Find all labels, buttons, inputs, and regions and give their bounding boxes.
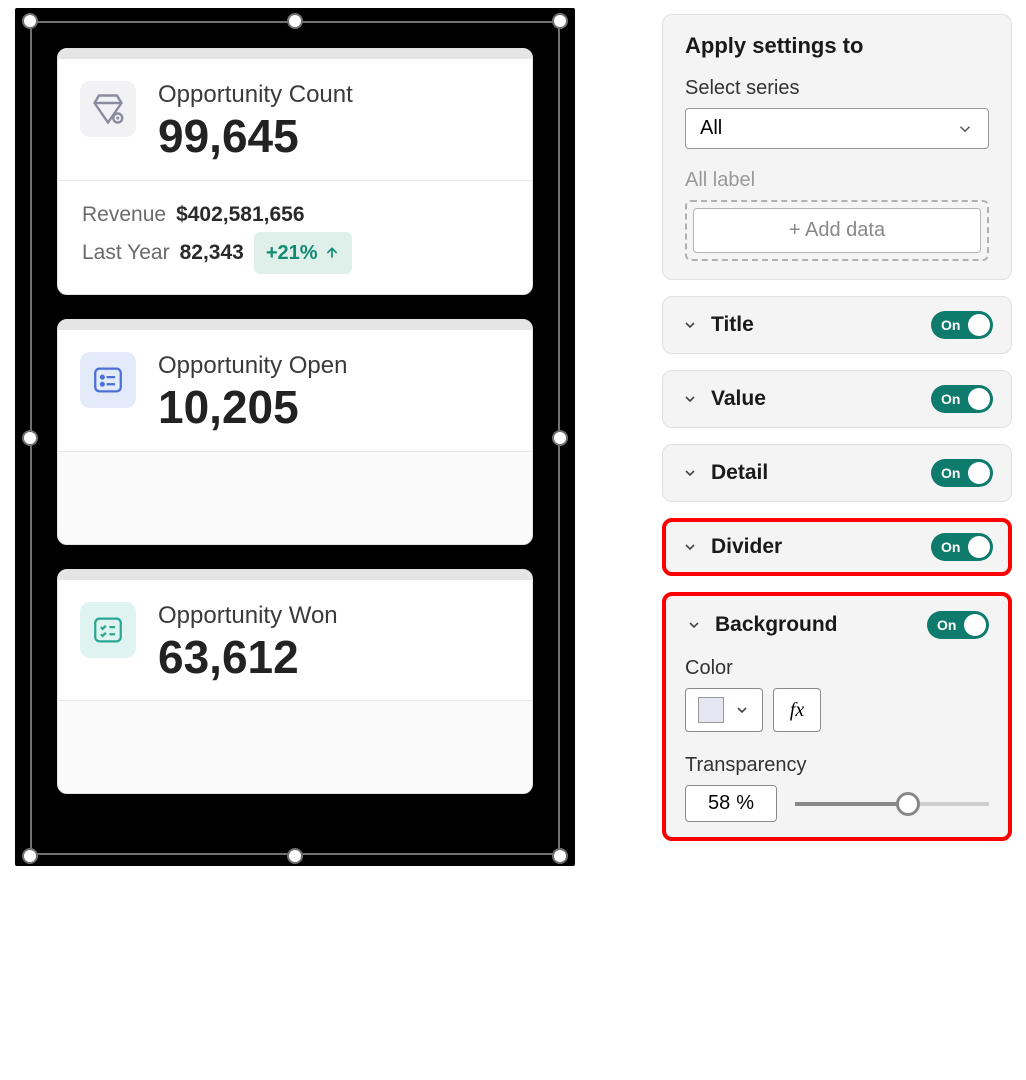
resize-handle-middle-right[interactable] (552, 430, 568, 446)
card-accent-bar (58, 49, 532, 59)
add-data-button[interactable]: + Add data (693, 208, 981, 253)
card-title: Opportunity Won (158, 602, 338, 630)
section-title[interactable]: Title On (662, 296, 1012, 354)
select-series-dropdown[interactable]: All (685, 108, 989, 149)
resize-handle-bottom-right[interactable] (552, 848, 568, 864)
toggle-state: On (941, 317, 960, 333)
resize-handle-middle-left[interactable] (22, 430, 38, 446)
card-detail-empty (58, 701, 532, 793)
card-value: 99,645 (158, 111, 353, 162)
resize-handle-top-right[interactable] (552, 13, 568, 29)
transparency-slider[interactable] (795, 792, 989, 816)
checklist-icon (80, 602, 136, 658)
section-divider[interactable]: Divider On (662, 518, 1012, 576)
toggle-knob (968, 462, 990, 484)
chevron-down-icon (681, 390, 699, 408)
toggle-divider[interactable]: On (931, 533, 993, 561)
color-picker[interactable] (685, 688, 763, 732)
card-accent-bar (58, 570, 532, 580)
color-swatch (698, 697, 724, 723)
section-label: Divider (711, 535, 919, 559)
toggle-state: On (937, 617, 956, 633)
section-label: Background (715, 613, 915, 637)
chevron-down-icon (956, 120, 974, 138)
section-detail[interactable]: Detail On (662, 444, 1012, 502)
toggle-state: On (941, 539, 960, 555)
select-series-value: All (700, 117, 722, 140)
apply-settings-heading: Apply settings to (685, 33, 989, 59)
transparency-value: 58 (708, 792, 730, 815)
resize-handle-top-center[interactable] (287, 13, 303, 29)
card-value: 63,612 (158, 632, 338, 683)
kpi-card-opportunity-open[interactable]: Opportunity Open 10,205 (57, 319, 533, 545)
all-label-label: All label (685, 169, 989, 192)
toggle-state: On (941, 465, 960, 481)
section-label: Value (711, 387, 919, 411)
delta-badge: +21% (254, 232, 352, 274)
list-icon (80, 352, 136, 408)
card-detail: Revenue $402,581,656 Last Year 82,343 +2… (58, 181, 532, 295)
detail-value: 82,343 (180, 235, 244, 271)
toggle-knob (968, 536, 990, 558)
chevron-down-icon (734, 702, 750, 718)
card-detail-empty (58, 452, 532, 544)
transparency-label: Transparency (685, 754, 989, 777)
select-series-label: Select series (685, 77, 989, 100)
transparency-input[interactable]: 58 % (685, 785, 777, 822)
detail-value: $402,581,656 (176, 197, 304, 233)
slider-thumb[interactable] (896, 792, 920, 816)
section-value[interactable]: Value On (662, 370, 1012, 428)
resize-handle-bottom-left[interactable] (22, 848, 38, 864)
add-data-dropzone[interactable]: + Add data (685, 200, 989, 261)
toggle-knob (964, 614, 986, 636)
color-label: Color (685, 657, 989, 680)
toggle-state: On (941, 391, 960, 407)
chevron-down-icon[interactable] (685, 616, 703, 634)
arrow-up-icon (324, 245, 340, 261)
toggle-value[interactable]: On (931, 385, 993, 413)
detail-label: Revenue (82, 197, 166, 233)
fx-label: fx (790, 699, 804, 722)
kpi-card-opportunity-count[interactable]: Opportunity Count 99,645 Revenue $402,58… (57, 48, 533, 295)
section-background: Background On Color fx Transparency 58 % (662, 592, 1012, 841)
transparency-unit: % (736, 792, 754, 815)
kpi-card-opportunity-won[interactable]: Opportunity Won 63,612 (57, 569, 533, 795)
format-panel: Apply settings to Select series All All … (662, 14, 1012, 841)
visual-canvas: Opportunity Count 99,645 Revenue $402,58… (15, 8, 575, 866)
section-label: Detail (711, 461, 919, 485)
chevron-down-icon (681, 316, 699, 334)
toggle-detail[interactable]: On (931, 459, 993, 487)
chevron-down-icon (681, 538, 699, 556)
card-title: Opportunity Count (158, 81, 353, 109)
slider-track-inactive (908, 802, 989, 806)
toggle-knob (968, 388, 990, 410)
card-value: 10,205 (158, 382, 347, 433)
section-label: Title (711, 313, 919, 337)
cards-container: Opportunity Count 99,645 Revenue $402,58… (57, 48, 533, 794)
card-accent-bar (58, 320, 532, 330)
apply-settings-card: Apply settings to Select series All All … (662, 14, 1012, 280)
fx-button[interactable]: fx (773, 688, 821, 732)
resize-handle-top-left[interactable] (22, 13, 38, 29)
toggle-title[interactable]: On (931, 311, 993, 339)
detail-label: Last Year (82, 235, 170, 271)
toggle-background[interactable]: On (927, 611, 989, 639)
delta-value: +21% (266, 236, 318, 270)
diamond-icon (80, 81, 136, 137)
chevron-down-icon (681, 464, 699, 482)
card-title: Opportunity Open (158, 352, 347, 380)
resize-handle-bottom-center[interactable] (287, 848, 303, 864)
toggle-knob (968, 314, 990, 336)
